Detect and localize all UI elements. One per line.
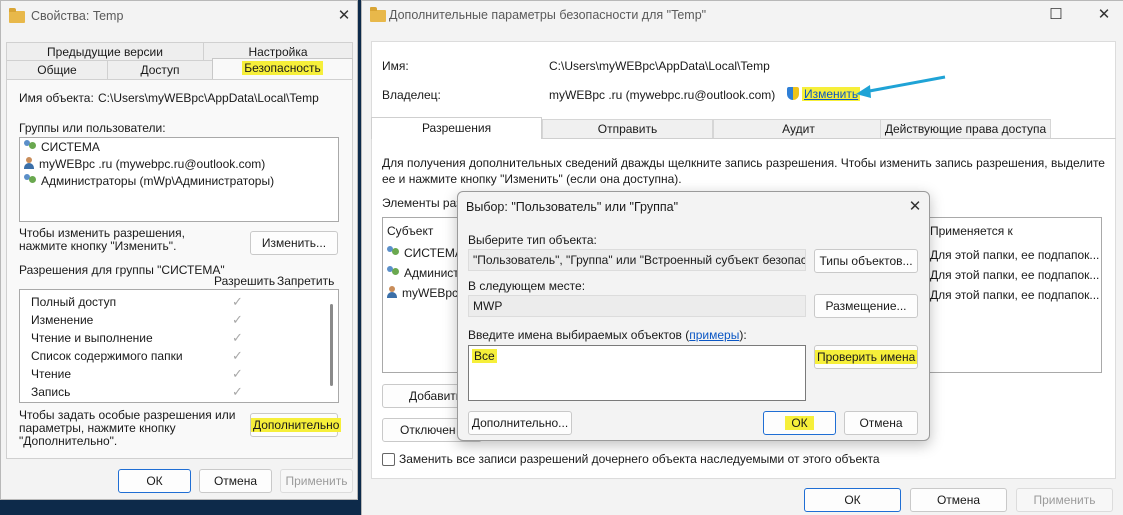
apply-button[interactable]: Применить bbox=[1016, 488, 1113, 512]
cancel-button[interactable]: Отмена bbox=[910, 488, 1007, 512]
permission-row: Запись bbox=[31, 385, 71, 399]
location-label: В следующем месте: bbox=[468, 279, 586, 293]
permission-row: Список содержимого папки bbox=[31, 349, 183, 363]
object-name-label: Имя объекта: bbox=[19, 91, 94, 105]
check-icon: ✓ bbox=[232, 312, 243, 327]
tab-effective-access[interactable]: Действующие права доступа bbox=[880, 119, 1051, 139]
window-title: Дополнительные параметры безопасности дл… bbox=[389, 8, 707, 22]
advanced-button[interactable]: Дополнительно bbox=[250, 413, 342, 437]
advanced-button-label: Дополнительно bbox=[251, 418, 342, 432]
names-label: Введите имена выбираемых объектов (приме… bbox=[468, 328, 747, 342]
elements-label: Элементы раз bbox=[382, 196, 462, 210]
folder-icon bbox=[370, 7, 386, 22]
name-label: Имя: bbox=[382, 59, 409, 73]
ok-button[interactable]: ОК bbox=[804, 488, 901, 512]
object-types-button[interactable]: Типы объектов... bbox=[814, 249, 918, 273]
change-hint: Чтобы изменить разрешения, нажмите кнопк… bbox=[19, 226, 185, 253]
maximize-icon[interactable]: ☐ bbox=[1041, 5, 1071, 23]
properties-titlebar: Свойства: Temp ✕ bbox=[1, 1, 357, 31]
ok-button[interactable]: ОК bbox=[118, 469, 191, 493]
ok-button[interactable]: ОК bbox=[763, 411, 836, 435]
cancel-button[interactable]: Отмена bbox=[199, 469, 272, 493]
apply-button[interactable]: Применить bbox=[280, 469, 353, 493]
subject-column-header: Субъект bbox=[387, 224, 434, 238]
advanced-titlebar: Дополнительные параметры безопасности дл… bbox=[362, 1, 1123, 31]
list-item[interactable]: Администраторы (mWp\Администраторы) bbox=[24, 174, 274, 188]
list-item[interactable]: СИСТЕМА bbox=[24, 140, 100, 154]
info-text: Для получения дополнительных сведений дв… bbox=[382, 156, 1105, 186]
close-icon[interactable]: ✕ bbox=[329, 6, 359, 24]
tab-general[interactable]: Общие bbox=[6, 60, 108, 80]
replace-checkbox-label: Заменить все записи разрешений дочернего… bbox=[399, 452, 880, 466]
table-row[interactable]: Админист bbox=[387, 266, 459, 280]
allow-column-header: Разрешить bbox=[214, 274, 276, 288]
close-icon[interactable]: ✕ bbox=[900, 197, 930, 215]
examples-link[interactable]: примеры bbox=[689, 328, 739, 342]
tab-sharing[interactable]: Доступ bbox=[107, 60, 213, 80]
scrollbar[interactable] bbox=[330, 304, 333, 386]
group-icon bbox=[387, 246, 401, 258]
groups-label: Группы или пользователи: bbox=[19, 121, 166, 135]
dialog-title: Выбор: "Пользователь" или "Группа" bbox=[466, 200, 679, 214]
permissions-list[interactable]: Полный доступ Изменение Чтение и выполне… bbox=[19, 289, 339, 403]
check-names-button[interactable]: Проверить имена bbox=[814, 345, 918, 369]
permission-row: Полный доступ bbox=[31, 295, 117, 309]
tab-security[interactable]: Безопасность bbox=[212, 58, 353, 80]
list-item[interactable]: myWEBpc .ru (mywebpc.ru@outlook.com) bbox=[24, 157, 265, 171]
location-field: MWP bbox=[468, 295, 806, 317]
select-user-dialog: Выбор: "Пользователь" или "Группа" ✕ Выб… bbox=[457, 191, 930, 441]
group-icon bbox=[387, 266, 401, 278]
user-icon bbox=[387, 286, 398, 298]
location-button[interactable]: Размещение... bbox=[814, 294, 918, 318]
change-owner-link[interactable]: Изменить bbox=[802, 87, 861, 101]
advanced-hint: Чтобы задать особые разрешения или парам… bbox=[19, 408, 236, 448]
tab-underline bbox=[542, 138, 1116, 139]
permission-row: Чтение bbox=[31, 367, 72, 381]
applies-cell: Для этой папки, ее подпапок... bbox=[930, 248, 1100, 262]
close-icon[interactable]: ✕ bbox=[1089, 5, 1119, 23]
permission-row: Изменение bbox=[31, 313, 94, 327]
folder-icon bbox=[9, 8, 25, 23]
permission-row: Чтение и выполнение bbox=[31, 331, 153, 345]
names-input[interactable]: Все bbox=[468, 345, 806, 401]
properties-window: Свойства: Temp ✕ Предыдущие версии Настр… bbox=[0, 0, 358, 500]
check-icon: ✓ bbox=[232, 384, 243, 399]
tab-send[interactable]: Отправить bbox=[542, 119, 713, 139]
window-title: Свойства: Temp bbox=[31, 9, 124, 23]
tab-previous-versions[interactable]: Предыдущие версии bbox=[6, 42, 204, 61]
advanced-button[interactable]: Дополнительно... bbox=[468, 411, 572, 435]
check-icon: ✓ bbox=[232, 294, 243, 309]
object-name-value: C:\Users\myWEBpc\AppData\Local\Temp bbox=[98, 91, 319, 105]
check-icon: ✓ bbox=[232, 366, 243, 381]
object-type-label: Выберите тип объекта: bbox=[468, 233, 597, 247]
owner-label: Владелец: bbox=[382, 88, 441, 102]
cancel-button[interactable]: Отмена bbox=[844, 411, 918, 435]
name-value: C:\Users\myWEBpc\AppData\Local\Temp bbox=[549, 59, 770, 73]
object-type-field: "Пользователь", "Группа" или "Встроенный… bbox=[468, 249, 806, 271]
applies-cell: Для этой папки, ее подпапок... bbox=[930, 268, 1100, 282]
tab-permissions[interactable]: Разрешения bbox=[371, 117, 542, 139]
applies-column-header: Применяется к bbox=[930, 224, 1013, 238]
change-button[interactable]: Изменить... bbox=[250, 231, 338, 255]
table-row[interactable]: myWEBpc bbox=[387, 286, 458, 300]
group-icon bbox=[24, 174, 38, 186]
check-icon: ✓ bbox=[232, 330, 243, 345]
applies-cell: Для этой папки, ее подпапок... bbox=[930, 288, 1100, 302]
user-icon bbox=[24, 157, 35, 169]
replace-checkbox[interactable] bbox=[382, 453, 395, 466]
deny-column-header: Запретить bbox=[277, 274, 335, 288]
shield-icon bbox=[787, 87, 799, 100]
check-icon: ✓ bbox=[232, 348, 243, 363]
tab-audit[interactable]: Аудит bbox=[713, 119, 884, 139]
tab-security-label: Безопасность bbox=[242, 61, 323, 75]
arrow-annotation bbox=[856, 75, 946, 98]
table-row[interactable]: СИСТЕМА bbox=[387, 246, 463, 260]
names-input-value: Все bbox=[472, 349, 497, 363]
group-icon bbox=[24, 140, 38, 152]
owner-value: myWEBpc .ru (mywebpc.ru@outlook.com) bbox=[549, 88, 776, 102]
groups-list[interactable]: СИСТЕМА myWEBpc .ru (mywebpc.ru@outlook.… bbox=[19, 137, 339, 222]
permissions-for-label: Разрешения для группы "СИСТЕМА" bbox=[19, 263, 225, 277]
